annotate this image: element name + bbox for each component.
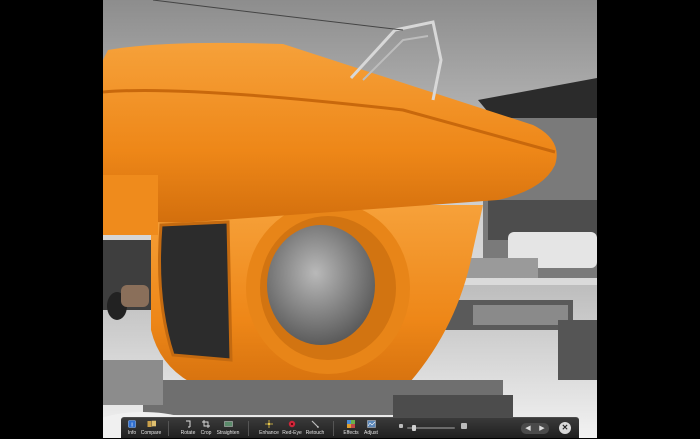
rotate-icon: [184, 420, 193, 428]
previous-arrow-icon[interactable]: ◀: [525, 423, 530, 434]
info-icon: i: [128, 420, 137, 428]
rotate-label: Rotate: [180, 430, 196, 436]
enhance-icon: [265, 420, 274, 428]
toolbar-divider: [333, 421, 334, 436]
zoom-out-icon: [399, 424, 403, 428]
navigation-arrows: ◀ ▶: [521, 423, 549, 434]
compare-button[interactable]: Compare: [140, 419, 162, 439]
red-eye-button[interactable]: Red-Eye: [281, 419, 303, 439]
compare-label: Compare: [140, 430, 162, 436]
rotate-button[interactable]: Rotate: [179, 419, 197, 439]
adjust-label: Adjust: [364, 430, 378, 436]
toolbar-divider: [248, 421, 249, 436]
svg-text:i: i: [131, 422, 132, 428]
adjust-icon: [366, 420, 376, 428]
crop-label: Crop: [200, 430, 212, 436]
close-button[interactable]: ✕: [559, 422, 571, 434]
red-eye-icon: [288, 420, 297, 428]
info-label: Info: [127, 430, 137, 436]
effects-button[interactable]: Effects: [343, 419, 359, 439]
zoom-in-icon: [461, 423, 467, 429]
straighten-icon: [223, 420, 233, 428]
straighten-label: Straighten: [216, 430, 240, 436]
retouch-icon: [311, 420, 320, 428]
toolbar-divider: [168, 421, 169, 436]
compare-icon: [147, 420, 156, 428]
effects-label: Effects: [343, 430, 359, 436]
edit-toolbar: i Info Compare Rotate Crop Straighten En…: [121, 417, 579, 438]
photo-viewer[interactable]: [103, 0, 597, 438]
red-eye-label: Red-Eye: [282, 430, 302, 436]
retouch-button[interactable]: Retouch: [305, 419, 325, 439]
info-button[interactable]: i Info: [125, 419, 139, 439]
effects-icon: [347, 420, 356, 428]
adjust-button[interactable]: Adjust: [363, 419, 379, 439]
boat-photo: [103, 0, 597, 438]
crop-button[interactable]: Crop: [199, 419, 213, 439]
straighten-button[interactable]: Straighten: [215, 419, 241, 439]
retouch-label: Retouch: [305, 430, 325, 436]
enhance-button[interactable]: Enhance: [259, 419, 279, 439]
enhance-label: Enhance: [259, 430, 279, 436]
zoom-slider-knob[interactable]: [412, 425, 416, 431]
next-arrow-icon[interactable]: ▶: [539, 423, 544, 434]
crop-icon: [202, 420, 211, 428]
